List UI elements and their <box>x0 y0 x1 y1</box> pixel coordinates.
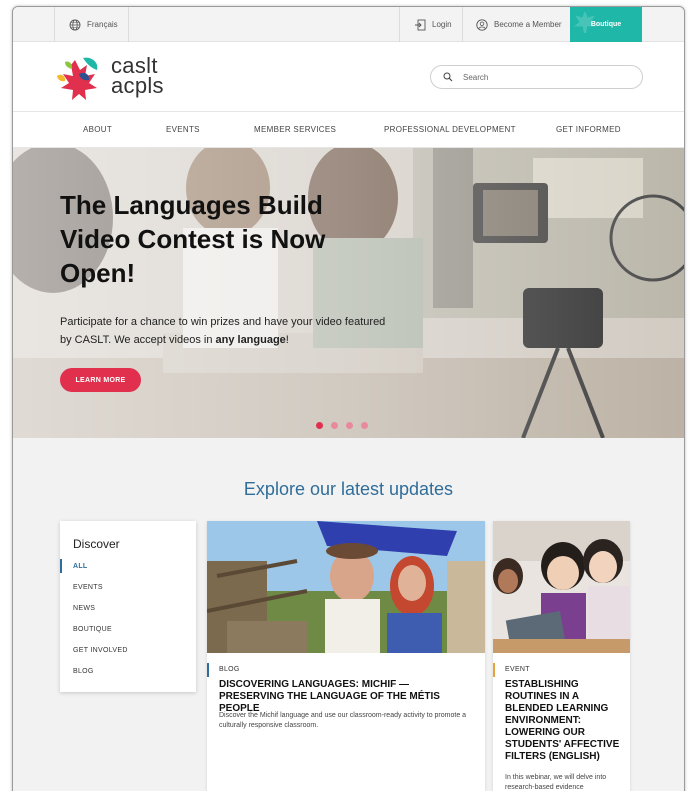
discover-filter-panel: Discover ALL EVENTS NEWS BOUTIQUE GET IN… <box>60 521 196 692</box>
nav-get-informed[interactable]: GET INFORMED <box>556 125 621 134</box>
maple-leaf-logo-icon <box>57 57 98 100</box>
active-filter-indicator <box>60 559 62 573</box>
nav-member-services[interactable]: MEMBER SERVICES <box>254 125 336 134</box>
login-link[interactable]: Login <box>399 7 462 42</box>
caslt-logo[interactable]: caslt acpls <box>53 54 183 104</box>
language-switch[interactable]: Français <box>54 7 129 42</box>
filter-get-involved[interactable]: GET INVOLVED <box>73 647 128 654</box>
card-description: In this webinar, we will delve into rese… <box>505 774 607 791</box>
carousel-dot-2[interactable] <box>331 422 338 429</box>
globe-icon <box>69 19 81 30</box>
card-photo-metis <box>207 521 485 653</box>
carousel-dot-1[interactable] <box>316 422 323 429</box>
main-nav: ABOUT EVENTS MEMBER SERVICES PROFESSIONA… <box>13 111 684 148</box>
carousel-dot-4[interactable] <box>361 422 368 429</box>
filter-blog[interactable]: BLOG <box>73 668 94 675</box>
card-tag: BLOG <box>219 666 240 673</box>
filter-events[interactable]: EVENTS <box>73 584 103 591</box>
hero-title: The Languages Build Video Contest is Now… <box>60 190 326 288</box>
card-description: Discover the Michif language and use our… <box>219 712 467 729</box>
login-icon <box>415 19 426 30</box>
header: caslt acpls <box>13 42 684 111</box>
update-card-blog[interactable]: BLOG DISCOVERING LANGUAGES: MICHIF — PRE… <box>207 521 485 791</box>
language-label: Français <box>87 20 118 29</box>
carousel-dots <box>316 422 368 429</box>
search-icon <box>443 72 453 82</box>
card-photo-children <box>493 521 630 653</box>
filter-boutique[interactable]: BOUTIQUE <box>73 626 112 633</box>
card-tag: EVENT <box>505 666 530 673</box>
utility-bar: Français Login Become a Member Boutique <box>13 7 684 42</box>
browser-frame: Français Login Become a Member Boutique <box>12 6 685 791</box>
nav-events[interactable]: EVENTS <box>166 125 200 134</box>
user-icon <box>476 18 488 31</box>
boutique-label: Boutique <box>590 21 622 28</box>
become-member-label: Become a Member <box>494 20 562 29</box>
card-tag-indicator <box>207 663 209 677</box>
card-image <box>493 521 630 653</box>
hero-text-after: ! <box>285 334 289 346</box>
filter-news[interactable]: NEWS <box>73 605 95 612</box>
search-input[interactable] <box>463 72 623 82</box>
nav-professional-development[interactable]: PROFESSIONAL DEVELOPMENT <box>384 125 516 134</box>
card-tag-indicator <box>493 663 495 677</box>
updates-heading: Explore our latest updates <box>243 479 454 499</box>
update-card-event[interactable]: EVENT ESTABLISHING ROUTINES IN A BLENDED… <box>493 521 630 791</box>
logo-wordmark: caslt acpls <box>111 55 164 98</box>
search-box[interactable] <box>430 65 643 89</box>
carousel-dot-3[interactable] <box>346 422 353 429</box>
boutique-button[interactable]: Boutique <box>570 7 642 42</box>
filter-all[interactable]: ALL <box>73 563 88 570</box>
nav-about[interactable]: ABOUT <box>83 125 112 134</box>
learn-more-button[interactable]: LEARN MORE <box>60 368 141 392</box>
card-title[interactable]: ESTABLISHING ROUTINES IN A BLENDED LEARN… <box>505 679 623 763</box>
hero-text: Participate for a chance to win prizes a… <box>60 313 390 349</box>
become-member-link[interactable]: Become a Member <box>462 7 570 42</box>
card-image <box>207 521 485 653</box>
card-title[interactable]: DISCOVERING LANGUAGES: MICHIF — PRESERVI… <box>219 679 477 715</box>
hero-text-bold: any language <box>215 334 286 346</box>
logo-line-2: acpls <box>111 73 164 98</box>
login-label: Login <box>432 20 452 29</box>
filter-title: Discover <box>73 537 120 551</box>
hero-banner: The Languages Build Video Contest is Now… <box>13 148 684 438</box>
